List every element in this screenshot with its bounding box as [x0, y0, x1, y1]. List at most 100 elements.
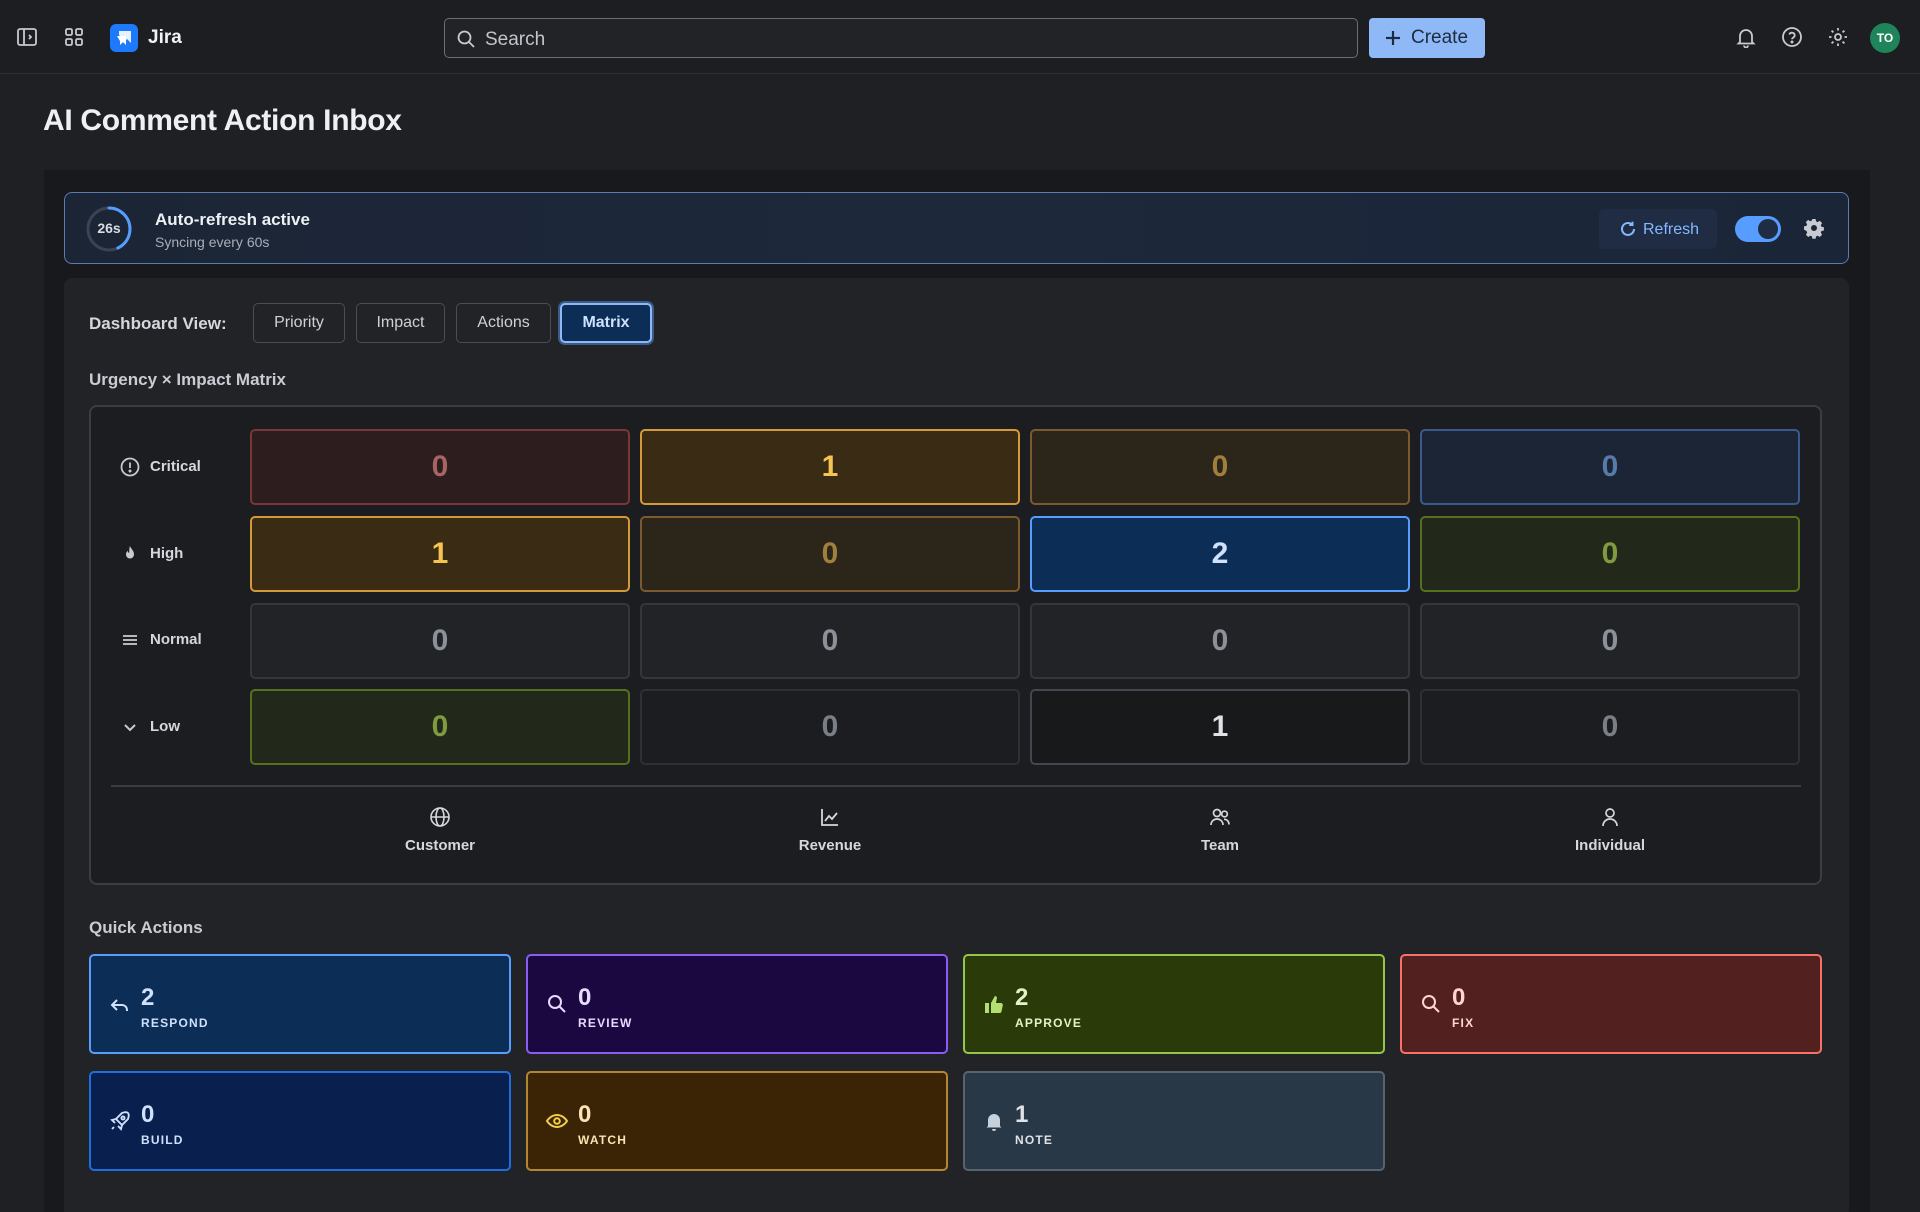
search-input[interactable]: Search — [444, 18, 1358, 58]
quick-action-label: WATCH — [578, 1133, 628, 1147]
column-label-text: Customer — [404, 837, 475, 854]
quick-action-count: 0 — [1452, 984, 1466, 1011]
jira-logo-icon[interactable] — [110, 24, 138, 52]
quick-action-fix[interactable]: 0 FIX — [1400, 954, 1822, 1054]
menu-lines-icon — [120, 630, 140, 650]
search-icon — [456, 29, 476, 49]
view-button-impact[interactable]: Impact — [356, 303, 445, 343]
matrix-cell-high-team[interactable]: 2 — [1030, 516, 1410, 592]
chevron-down-icon — [120, 717, 140, 737]
column-label-text: Individual — [1574, 837, 1645, 854]
matrix-title: Urgency × Impact Matrix — [89, 370, 286, 389]
view-button-actions[interactable]: Actions — [456, 303, 551, 343]
row-label-text: Low — [150, 718, 180, 735]
search-icon — [545, 992, 569, 1016]
auto-refresh-bar: 26s Auto-refresh active Syncing every 60… — [64, 192, 1849, 264]
auto-refresh-toggle[interactable] — [1735, 216, 1781, 242]
users-icon — [1209, 806, 1231, 828]
brand-name[interactable]: Jira — [148, 27, 182, 49]
quick-actions-title: Quick Actions — [89, 918, 203, 937]
matrix-cell-normal-customer[interactable]: 0 — [250, 603, 630, 679]
matrix-cell-low-individual[interactable]: 0 — [1420, 689, 1800, 765]
row-label-text: Critical — [150, 458, 201, 475]
quick-action-label: APPROVE — [1015, 1016, 1083, 1030]
create-button-label: Create — [1411, 27, 1469, 48]
quick-action-count: 0 — [141, 1101, 155, 1128]
quick-action-build[interactable]: 0 BUILD — [89, 1071, 511, 1171]
matrix-column-label-individual: Individual — [1420, 806, 1800, 856]
quick-action-count: 2 — [1015, 984, 1029, 1011]
eye-icon — [545, 1109, 569, 1133]
notifications-bell-icon[interactable] — [1735, 26, 1757, 48]
quick-action-watch[interactable]: 0 WATCH — [526, 1071, 948, 1171]
app-switcher-icon[interactable] — [63, 26, 85, 48]
flame-icon — [120, 544, 140, 564]
user-icon — [1599, 806, 1621, 828]
view-button-matrix[interactable]: Matrix — [560, 303, 652, 343]
line-chart-icon — [819, 806, 841, 828]
quick-action-approve[interactable]: 2 APPROVE — [963, 954, 1385, 1054]
matrix-row-label-high: High — [120, 542, 240, 566]
quick-action-label: FIX — [1452, 1016, 1475, 1030]
search-icon — [1419, 992, 1443, 1016]
quick-action-count: 0 — [578, 1101, 592, 1128]
page-title: AI Comment Action Inbox — [43, 104, 402, 137]
matrix-cell-critical-revenue[interactable]: 1 — [640, 429, 1020, 505]
matrix-divider — [111, 785, 1801, 787]
create-button[interactable]: Create — [1369, 18, 1485, 58]
bell-icon — [982, 1109, 1006, 1133]
dashboard-view-label: Dashboard View: — [89, 314, 227, 333]
column-label-text: Revenue — [798, 837, 862, 854]
matrix-row-label-low: Low — [120, 715, 240, 739]
matrix-column-label-customer: Customer — [250, 806, 630, 856]
matrix-cell-high-revenue[interactable]: 0 — [640, 516, 1020, 592]
help-icon[interactable] — [1781, 26, 1803, 48]
quick-action-note[interactable]: 1 NOTE — [963, 1071, 1385, 1171]
matrix-row-label-normal: Normal — [120, 628, 240, 652]
quick-action-count: 1 — [1015, 1101, 1029, 1128]
refresh-button-label: Refresh — [1643, 221, 1700, 238]
matrix-cell-low-team[interactable]: 1 — [1030, 689, 1410, 765]
matrix-cell-low-revenue[interactable]: 0 — [640, 689, 1020, 765]
matrix-cell-critical-customer[interactable]: 0 — [250, 429, 630, 505]
matrix-cell-normal-revenue[interactable]: 0 — [640, 603, 1020, 679]
auto-refresh-subtitle: Syncing every 60s — [155, 234, 270, 250]
quick-action-label: NOTE — [1015, 1133, 1054, 1147]
quick-action-review[interactable]: 0 REVIEW — [526, 954, 948, 1054]
view-button-priority[interactable]: Priority — [253, 303, 345, 343]
quick-action-count: 2 — [141, 984, 155, 1011]
refresh-icon — [1619, 220, 1637, 238]
reply-icon — [108, 992, 132, 1016]
refresh-button[interactable]: Refresh — [1599, 209, 1717, 249]
rocket-icon — [108, 1109, 132, 1133]
avatar[interactable]: TO — [1870, 23, 1900, 53]
auto-refresh-title: Auto-refresh active — [155, 210, 310, 229]
matrix-cell-normal-individual[interactable]: 0 — [1420, 603, 1800, 679]
sidebar-toggle-icon[interactable] — [16, 26, 38, 48]
row-label-text: Normal — [150, 631, 202, 648]
matrix-cell-normal-team[interactable]: 0 — [1030, 603, 1410, 679]
toggle-knob — [1758, 219, 1778, 239]
matrix-cell-critical-individual[interactable]: 0 — [1420, 429, 1800, 505]
top-navigation-bar: Jira Search Create TO — [0, 0, 1920, 74]
quick-action-label: RESPOND — [141, 1016, 209, 1030]
countdown-value: 26s — [97, 220, 121, 236]
matrix-cell-high-customer[interactable]: 1 — [250, 516, 630, 592]
matrix-column-label-team: Team — [1030, 806, 1410, 856]
column-label-text: Team — [1200, 837, 1240, 854]
matrix-cell-critical-team[interactable]: 0 — [1030, 429, 1410, 505]
quick-action-count: 0 — [578, 984, 592, 1011]
alert-circle-icon — [120, 457, 140, 477]
quick-action-respond[interactable]: 2 RESPOND — [89, 954, 511, 1054]
thumbs-up-icon — [982, 992, 1006, 1016]
row-label-text: High — [150, 545, 184, 562]
search-placeholder: Search — [485, 29, 546, 50]
quick-action-label: REVIEW — [578, 1016, 633, 1030]
refresh-settings-gear-icon[interactable] — [1803, 217, 1825, 239]
quick-action-label: BUILD — [141, 1133, 184, 1147]
settings-gear-icon[interactable] — [1827, 26, 1849, 48]
matrix-row-label-critical: Critical — [120, 455, 240, 479]
plus-icon — [1383, 28, 1403, 48]
matrix-cell-high-individual[interactable]: 0 — [1420, 516, 1800, 592]
matrix-cell-low-customer[interactable]: 0 — [250, 689, 630, 765]
